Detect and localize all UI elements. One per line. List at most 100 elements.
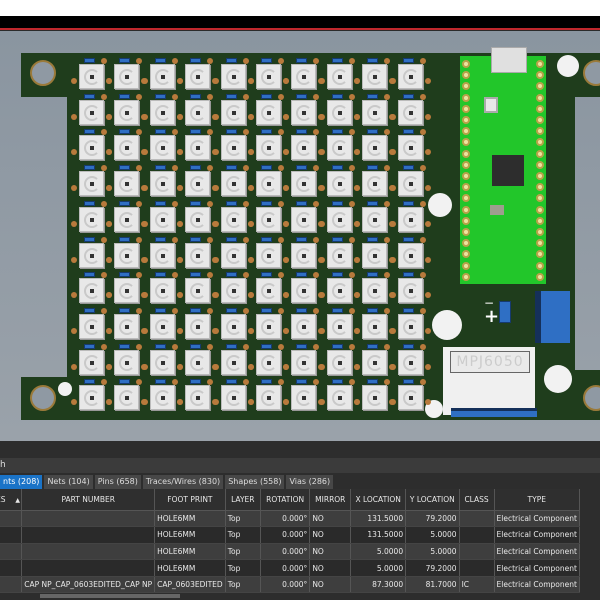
led-die: [267, 360, 271, 365]
table-row[interactable]: CAP NP_CAP_0603EDITED_CAP NP CAP_0603EDIT…: [0, 576, 581, 594]
led-die: [125, 324, 130, 329]
pad: [424, 292, 431, 299]
hole: [58, 382, 72, 396]
tab-nets[interactable]: Nets (104): [44, 475, 93, 489]
table-cell: NO: [309, 559, 352, 577]
pico-pin: [462, 149, 470, 158]
led: [185, 313, 211, 339]
column-label: TYPE: [527, 494, 546, 504]
led: [114, 171, 140, 197]
pad: [101, 343, 107, 350]
led-die: [125, 182, 130, 187]
led-capacitor: [190, 379, 202, 385]
column-header[interactable]: FOOT PRINT: [154, 489, 226, 511]
pad: [348, 272, 355, 279]
led: [79, 313, 104, 339]
pico-pin: [536, 149, 544, 158]
tab-components[interactable]: nts (208): [0, 475, 43, 489]
column-header[interactable]: PART NUMBER: [21, 489, 156, 511]
led-capacitor: [190, 165, 202, 171]
table-cell: [0, 543, 23, 561]
led-capacitor: [402, 343, 414, 349]
led-capacitor: [331, 129, 343, 135]
led-capacitor: [154, 307, 166, 313]
led-die: [231, 253, 236, 258]
horizontal-scrollbar[interactable]: [40, 594, 180, 598]
column-header[interactable]: TYPE: [494, 489, 581, 511]
pad: [212, 220, 219, 227]
led: [291, 385, 317, 411]
led: [185, 349, 211, 375]
led: [79, 206, 104, 232]
led-die: [408, 396, 413, 401]
led: [149, 349, 175, 375]
led: [397, 278, 423, 304]
led: [220, 135, 246, 161]
led-capacitor: [296, 307, 308, 313]
led-capacitor: [225, 236, 237, 242]
led: [149, 171, 175, 197]
pad: [354, 220, 361, 227]
led-die: [125, 110, 130, 115]
column-header[interactable]: X LOCATION: [350, 489, 407, 511]
led-die: [373, 253, 378, 258]
table-cell: [0, 526, 23, 544]
column-header[interactable]: Y LOCATION: [405, 489, 460, 511]
column-header[interactable]: MIRROR: [309, 489, 352, 511]
pad: [177, 363, 184, 370]
table-row[interactable]: HOLE6MM Top 0.000° NO 5.0000 5.0000 Electrical…: [0, 543, 581, 561]
led-die: [267, 110, 271, 115]
led-die: [196, 146, 201, 151]
pad: [248, 256, 254, 263]
pad: [278, 93, 284, 100]
led: [79, 64, 104, 89]
table-cell: Electrical Component: [494, 559, 581, 577]
table-row[interactable]: HOLE6MM Top 0.000° NO 131.5000 5.0000 Electric…: [0, 526, 581, 544]
tab-vias[interactable]: Vias (286): [286, 475, 334, 489]
column-label: ROTATION: [266, 494, 305, 504]
pad: [242, 343, 249, 350]
pad: [424, 185, 431, 192]
pad: [212, 292, 219, 299]
led-die: [337, 110, 342, 115]
led-die: [337, 75, 342, 79]
column-header[interactable]: LAYER: [225, 489, 261, 511]
pad: [278, 307, 284, 314]
led: [326, 64, 352, 89]
led: [79, 242, 104, 268]
led-die: [408, 110, 413, 115]
table-cell: HOLE6MM: [154, 526, 226, 544]
led-die: [160, 324, 165, 329]
led: [291, 206, 317, 232]
tab-shapes[interactable]: Shapes (558): [225, 475, 285, 489]
table-row[interactable]: HOLE6MM Top 0.000° NO 5.0000 79.2000 Electrica…: [0, 559, 581, 577]
column-header[interactable]: ROTATION: [260, 489, 311, 511]
table-cell: 5.0000: [350, 559, 407, 577]
led-capacitor: [331, 93, 343, 99]
led: [326, 242, 352, 268]
pad: [389, 399, 396, 406]
column-header[interactable]: EFDES ▲: [0, 489, 23, 511]
table-cell: [21, 510, 156, 528]
led-capacitor: [154, 343, 166, 349]
column-header[interactable]: CLASS: [459, 489, 495, 511]
pad: [424, 220, 431, 227]
led: [114, 242, 140, 268]
led-die: [231, 360, 236, 365]
led-capacitor: [84, 129, 95, 135]
tab-pins[interactable]: Pins (658): [94, 475, 141, 489]
pad: [424, 363, 431, 370]
pad: [141, 363, 148, 370]
led-die: [408, 146, 413, 151]
led-capacitor: [225, 93, 237, 99]
tab-traces[interactable]: Traces/Wires (830): [142, 475, 224, 489]
led: [149, 242, 175, 268]
pad: [71, 220, 77, 227]
led: [362, 171, 388, 197]
table-row[interactable]: HOLE6MM Top 0.000° NO 131.5000 79.2000 Electri…: [0, 510, 581, 528]
led-capacitor: [402, 165, 414, 171]
column-label: X LOCATION: [355, 494, 401, 504]
led-capacitor: [402, 307, 414, 313]
pad: [389, 113, 396, 120]
led-capacitor: [261, 272, 272, 278]
